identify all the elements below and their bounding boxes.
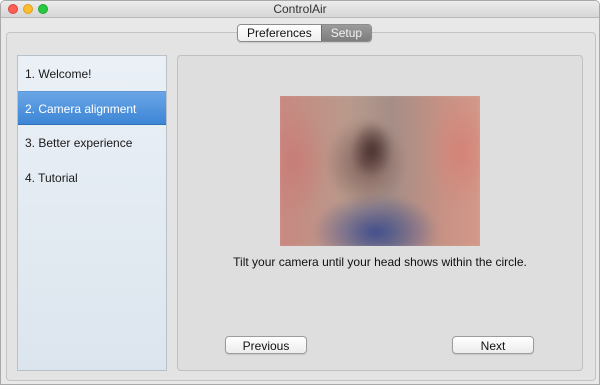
tab-preferences[interactable]: Preferences bbox=[238, 25, 321, 41]
sidebar-item-better-experience[interactable]: 3. Better experience bbox=[18, 126, 166, 160]
previous-button[interactable]: Previous bbox=[225, 336, 307, 354]
window-title: ControlAir bbox=[273, 2, 327, 16]
sidebar-item-welcome[interactable]: 1. Welcome! bbox=[18, 57, 166, 91]
sidebar-item-tutorial[interactable]: 4. Tutorial bbox=[18, 161, 166, 195]
app-window: ControlAir Preferences Setup 1. Welcome!… bbox=[0, 0, 600, 385]
tab-bar: Preferences Setup bbox=[237, 24, 373, 42]
camera-feed-image bbox=[280, 96, 480, 246]
next-button[interactable]: Next bbox=[452, 336, 534, 354]
title-bar[interactable]: ControlAir bbox=[1, 1, 599, 18]
sidebar-item-camera-alignment[interactable]: 2. Camera alignment bbox=[18, 91, 166, 125]
tab-setup[interactable]: Setup bbox=[320, 25, 372, 41]
setup-steps-sidebar: 1. Welcome! 2. Camera alignment 3. Bette… bbox=[17, 55, 167, 371]
instruction-text: Tilt your camera until your head shows w… bbox=[233, 255, 527, 269]
camera-preview bbox=[280, 96, 480, 246]
